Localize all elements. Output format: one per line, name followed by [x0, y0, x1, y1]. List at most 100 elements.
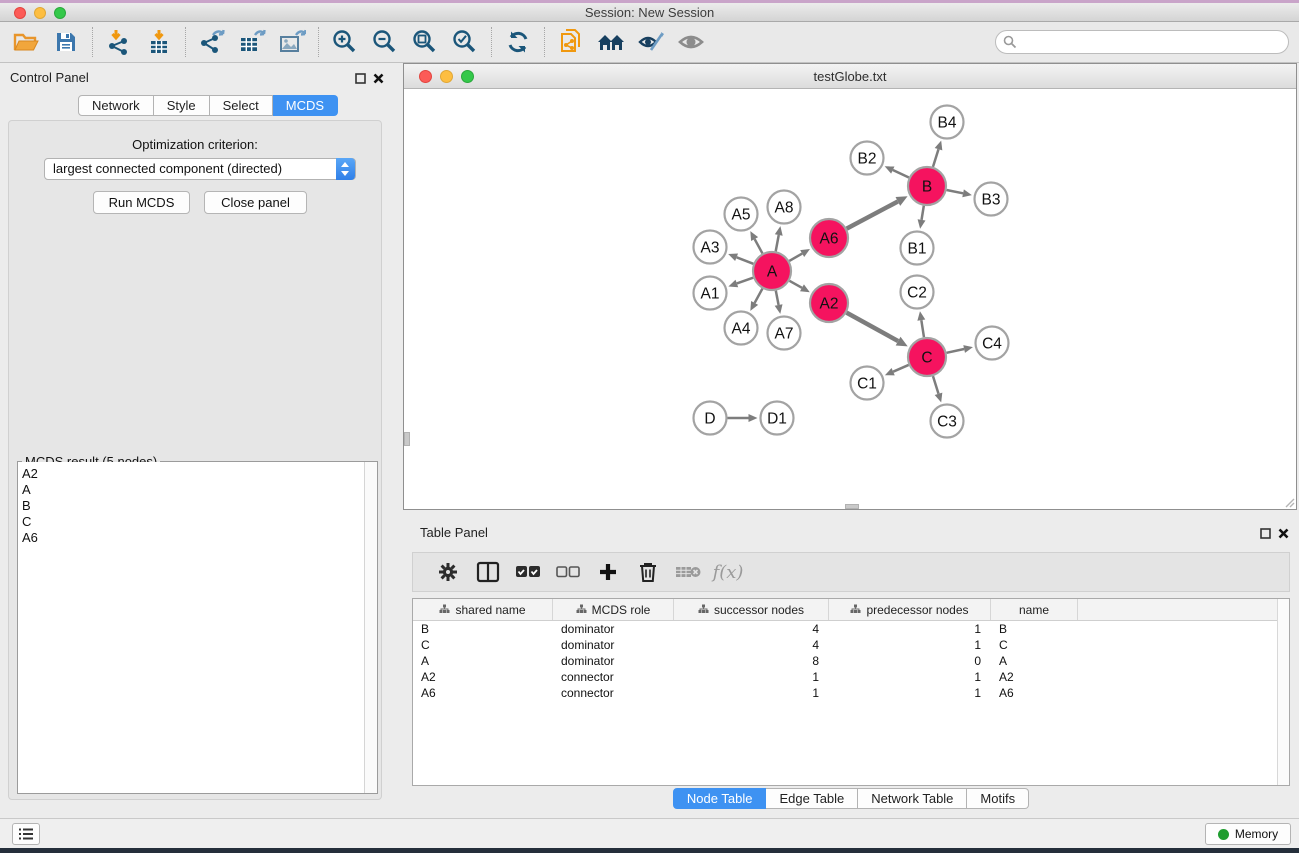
criterion-select[interactable]: largest connected component (directed) — [44, 158, 356, 180]
close-panel-button[interactable]: Close panel — [204, 191, 307, 214]
resize-grip-icon[interactable] — [1283, 496, 1295, 508]
table-row[interactable]: A6connector11A6 — [413, 685, 1289, 701]
export-network-button[interactable] — [194, 25, 230, 59]
show-column-panel-button[interactable] — [471, 557, 505, 587]
table-cell[interactable]: 0 — [829, 653, 991, 669]
table-cell[interactable]: 4 — [674, 621, 829, 637]
mcds-result-item[interactable]: A — [22, 482, 377, 498]
zoom-selected-button[interactable] — [447, 25, 483, 59]
table-cell[interactable]: C — [413, 637, 553, 653]
toggle-annotations-button[interactable] — [633, 25, 669, 59]
graph-edge-A-A6[interactable] — [789, 254, 802, 261]
tab-mcds[interactable]: MCDS — [273, 95, 338, 116]
table-cell[interactable]: A — [991, 653, 1078, 669]
table-cell[interactable]: 1 — [829, 621, 991, 637]
table-cell[interactable]: A6 — [991, 685, 1078, 701]
graph-edge-B-B3[interactable] — [947, 190, 963, 193]
mcds-result-item[interactable]: B — [22, 498, 377, 514]
graph-edge-A-A8[interactable] — [776, 235, 779, 251]
table-cell[interactable]: A2 — [413, 669, 553, 685]
table-cell[interactable]: 8 — [674, 653, 829, 669]
graph-edge-C-C3[interactable] — [933, 376, 939, 394]
mcds-result-item[interactable]: C — [22, 514, 377, 530]
node-table[interactable]: shared nameMCDS rolesuccessor nodesprede… — [412, 598, 1290, 786]
table-cell[interactable]: connector — [553, 685, 674, 701]
table-row[interactable]: Cdominator41C — [413, 637, 1289, 653]
table-cell[interactable]: B — [991, 621, 1078, 637]
tab-style[interactable]: Style — [154, 95, 210, 116]
column-header-shared-name[interactable]: shared name — [413, 599, 553, 620]
table-cell[interactable]: 1 — [674, 669, 829, 685]
search-input[interactable] — [995, 30, 1289, 54]
network-window-titlebar[interactable]: testGlobe.txt — [404, 64, 1296, 89]
table-cell[interactable]: A2 — [991, 669, 1078, 685]
zoom-out-button[interactable] — [367, 25, 403, 59]
delete-column-button[interactable] — [631, 557, 665, 587]
graph-edge-A-A7[interactable] — [776, 291, 779, 305]
close-panel-icon[interactable] — [373, 71, 384, 89]
mcds-result-item[interactable]: A2 — [22, 466, 377, 482]
toggle-graphics-details-button[interactable] — [673, 25, 709, 59]
tab-node-table[interactable]: Node Table — [673, 788, 767, 809]
graph-edge-C-C2[interactable] — [921, 320, 924, 337]
select-all-columns-button[interactable] — [511, 557, 545, 587]
column-header-name[interactable]: name — [991, 599, 1078, 620]
save-session-button[interactable] — [48, 25, 84, 59]
float-panel-icon[interactable] — [355, 71, 366, 89]
unselect-all-columns-button[interactable] — [551, 557, 585, 587]
graph-edge-A-A1[interactable] — [737, 278, 753, 284]
run-mcds-button[interactable]: Run MCDS — [93, 191, 190, 214]
float-table-panel-icon[interactable] — [1260, 526, 1271, 544]
table-cell[interactable]: 1 — [674, 685, 829, 701]
zoom-in-button[interactable] — [327, 25, 363, 59]
table-cell[interactable]: C — [991, 637, 1078, 653]
home-layouts-button[interactable] — [593, 25, 629, 59]
mcds-result-item[interactable]: A6 — [22, 530, 377, 546]
canvas-horizontal-scroll-thumb[interactable] — [845, 504, 859, 509]
graph-edge-A-A2[interactable] — [789, 281, 802, 288]
table-cell[interactable]: 4 — [674, 637, 829, 653]
tab-network-table[interactable]: Network Table — [858, 788, 967, 809]
import-network-button[interactable] — [101, 25, 137, 59]
column-header-successor-nodes[interactable]: successor nodes — [674, 599, 829, 620]
table-cell[interactable]: connector — [553, 669, 674, 685]
table-cell[interactable]: 1 — [829, 685, 991, 701]
create-column-button[interactable] — [591, 557, 625, 587]
table-cell[interactable]: dominator — [553, 653, 674, 669]
tab-motifs[interactable]: Motifs — [967, 788, 1029, 809]
table-row[interactable]: Adominator80A — [413, 653, 1289, 669]
network-graph[interactable]: B4B2BB3A8A5A6A3B1AA1C2A2A4A7C4CC1DD1C3 — [404, 89, 1296, 509]
open-session-button[interactable] — [8, 25, 44, 59]
graph-edge-A-A5[interactable] — [755, 239, 763, 253]
table-row[interactable]: A2connector11A2 — [413, 669, 1289, 685]
export-table-button[interactable] — [234, 25, 270, 59]
tab-edge-table[interactable]: Edge Table — [766, 788, 858, 809]
graph-edge-B-B1[interactable] — [922, 206, 924, 220]
table-cell[interactable]: A6 — [413, 685, 553, 701]
graph-edge-A-A3[interactable] — [737, 257, 754, 263]
table-scrollbar[interactable] — [1277, 599, 1289, 785]
graph-edge-A-A4[interactable] — [755, 289, 763, 303]
table-cell[interactable]: dominator — [553, 621, 674, 637]
graph-edge-B-B4[interactable] — [933, 149, 939, 167]
graph-edge-A6-B[interactable] — [847, 201, 898, 228]
table-cell[interactable]: 1 — [829, 669, 991, 685]
table-cell[interactable]: 1 — [829, 637, 991, 653]
mcds-result-scrollbar[interactable] — [364, 462, 377, 793]
graph-edge-C-C4[interactable] — [947, 349, 965, 353]
table-row[interactable]: Bdominator41B — [413, 621, 1289, 637]
function-builder-button[interactable]: f(x) — [711, 557, 745, 587]
copy-network-button[interactable] — [553, 25, 589, 59]
export-image-button[interactable] — [274, 25, 310, 59]
import-table-button[interactable] — [141, 25, 177, 59]
column-header-predecessor-nodes[interactable]: predecessor nodes — [829, 599, 991, 620]
table-cell[interactable]: dominator — [553, 637, 674, 653]
table-cell[interactable]: A — [413, 653, 553, 669]
mcds-result-list[interactable]: A2ABCA6 — [18, 462, 377, 793]
graph-edge-B-B2[interactable] — [893, 170, 909, 177]
table-cell[interactable]: B — [413, 621, 553, 637]
memory-button[interactable]: Memory — [1205, 823, 1291, 845]
table-settings-button[interactable] — [431, 557, 465, 587]
tab-network[interactable]: Network — [78, 95, 154, 116]
canvas-vertical-scroll-thumb[interactable] — [404, 432, 410, 446]
